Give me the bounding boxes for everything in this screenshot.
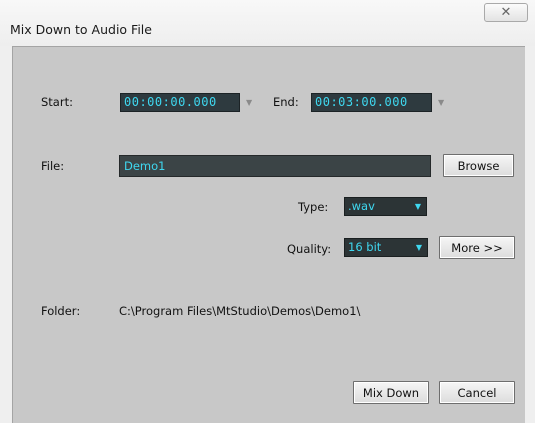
start-time-field[interactable]: 00:00:00.000 (120, 93, 240, 112)
dropdown-arrow-icon: ▼ (414, 202, 421, 211)
quality-select[interactable]: 16 bit ▼ (344, 238, 428, 257)
window-frame-right (525, 46, 535, 423)
file-label: File: (41, 159, 65, 173)
type-select[interactable]: .wav ▼ (344, 197, 427, 216)
file-name-input[interactable]: Demo1 (119, 155, 431, 177)
close-icon: ✕ (500, 5, 512, 20)
cancel-button[interactable]: Cancel (439, 381, 515, 404)
type-label: Type: (298, 200, 329, 214)
dialog-body: Start: 00:00:00.000 ▼ End: 00:03:00.000 … (12, 46, 525, 423)
folder-label: Folder: (41, 304, 81, 318)
mix-down-button[interactable]: Mix Down (353, 381, 429, 404)
window-frame-left (0, 46, 12, 423)
end-label: End: (273, 95, 299, 109)
mixdown-dialog: Mix Down to Audio File ✕ Start: 00:00:00… (0, 0, 535, 423)
end-time-field[interactable]: 00:03:00.000 (311, 93, 432, 112)
dropdown-arrow-icon: ▼ (415, 243, 422, 252)
quality-label: Quality: (287, 242, 332, 256)
more-button[interactable]: More >> (439, 236, 515, 259)
type-select-value: .wav (348, 199, 375, 213)
end-spin-arrow-icon[interactable]: ▼ (438, 98, 444, 107)
start-spin-arrow-icon[interactable]: ▼ (246, 98, 252, 107)
dialog-title: Mix Down to Audio File (10, 22, 152, 37)
start-label: Start: (41, 95, 73, 109)
title-bar: Mix Down to Audio File ✕ (0, 0, 535, 46)
quality-select-value: 16 bit (348, 240, 382, 254)
close-button[interactable]: ✕ (484, 3, 528, 22)
browse-button[interactable]: Browse (443, 154, 514, 177)
folder-path: C:\Program Files\MtStudio\Demos\Demo1\ (119, 304, 361, 318)
